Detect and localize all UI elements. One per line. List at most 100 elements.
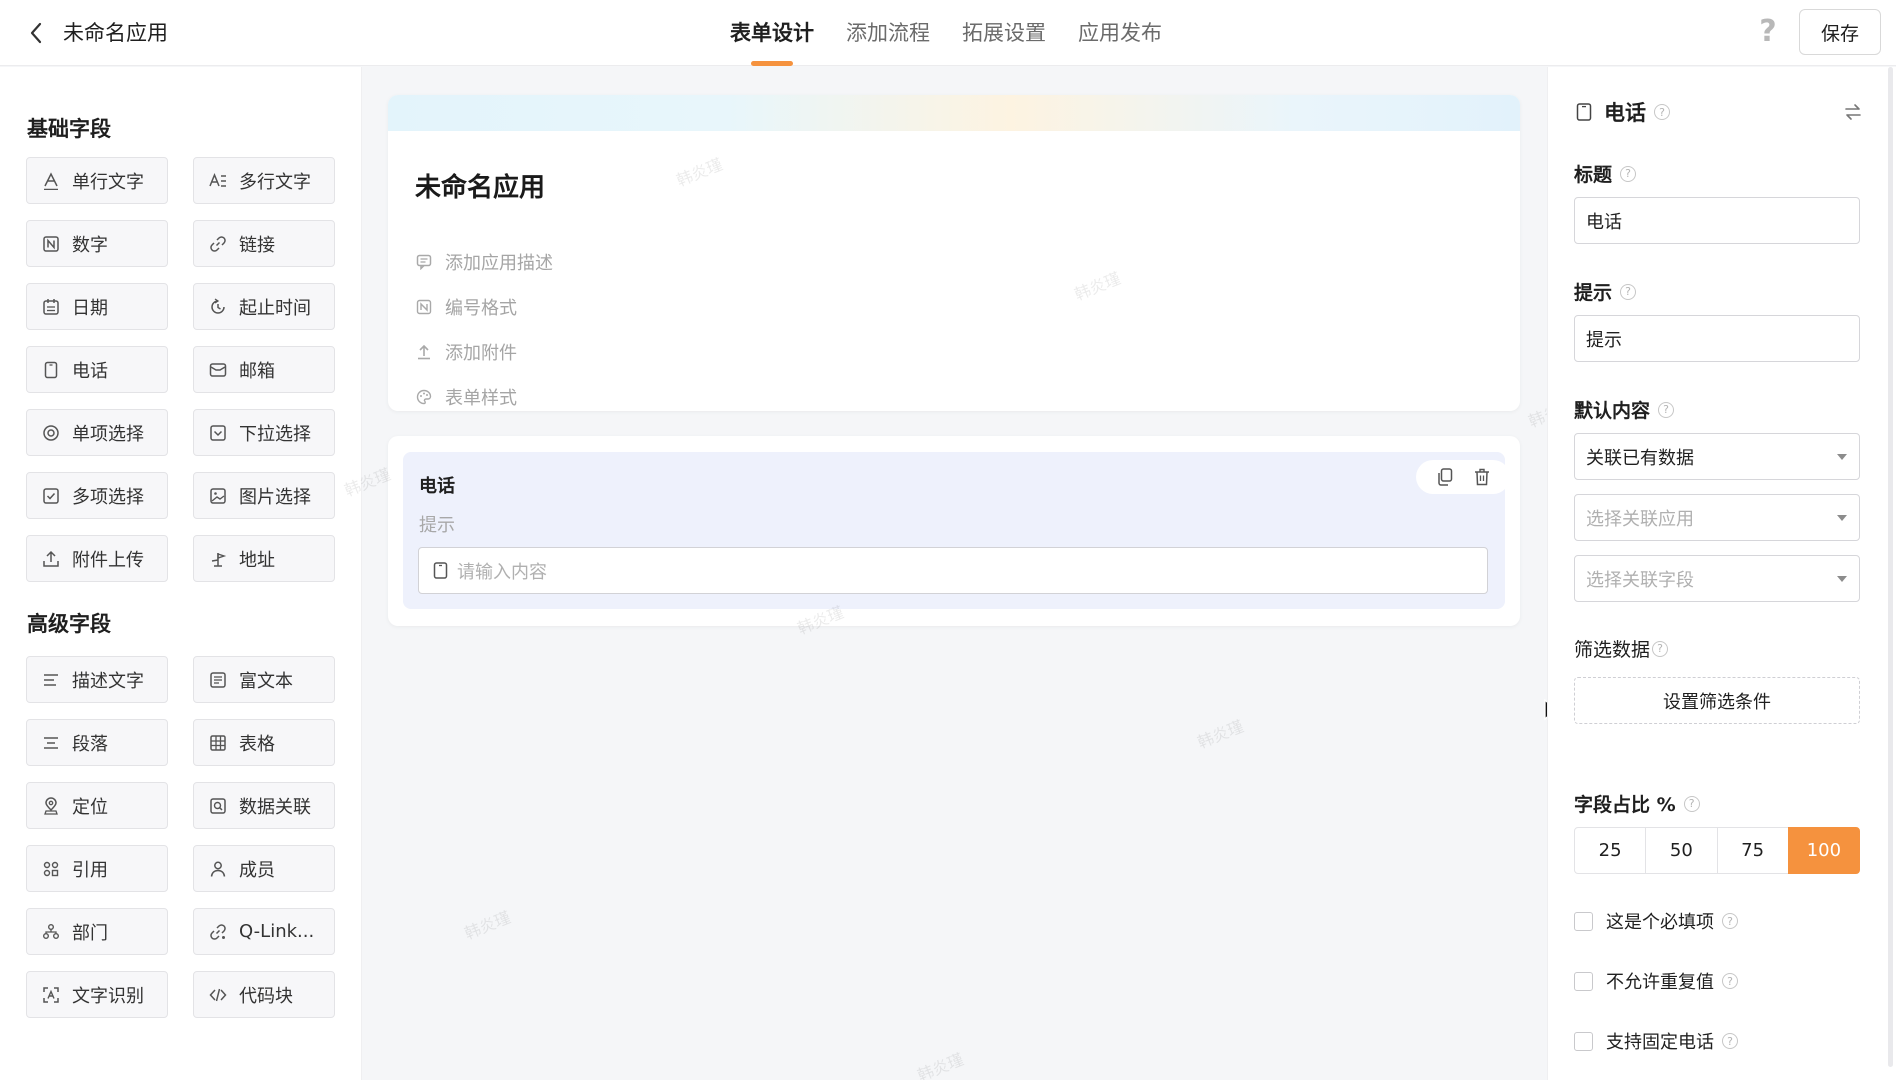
tab-app-publish[interactable]: 应用发布 [1078,0,1162,66]
palette-field-location[interactable]: 定位 [26,782,168,829]
hint-field[interactable]: 提示 [1574,315,1860,362]
palette-field-image[interactable]: 图片选择 [193,472,335,519]
delete-icon[interactable] [1471,466,1493,488]
link-icon [208,234,228,254]
ratio-50-button[interactable]: 50 [1645,827,1718,874]
phone-input-preview[interactable]: 请输入内容 [418,547,1488,594]
help-circle-icon[interactable]: ? [1620,283,1637,300]
palette-field-calendar[interactable]: 日期 [26,283,168,330]
palette-field-checkbox[interactable]: 多项选择 [26,472,168,519]
checkbox-label: 不允许重复值 [1606,972,1714,993]
form-field-card: 电话 提示 请输入内容 [388,436,1520,626]
palette-field-description[interactable]: 描述文字 [26,656,168,703]
meta-label: 添加附件 [445,343,517,364]
palette-field-label: 电话 [72,360,108,382]
title-field[interactable]: 电话 [1574,197,1860,244]
palette-field-label: 起止时间 [239,297,311,319]
palette-field-upload[interactable]: 附件上传 [26,535,168,582]
tab-form-design[interactable]: 表单设计 [730,0,814,66]
palette-field-data-link[interactable]: 数据关联 [193,782,335,829]
panel-scrollbar[interactable] [1888,67,1893,1067]
number-icon [41,234,61,254]
save-button[interactable]: 保存 [1799,9,1881,55]
palette-field-label: 日期 [72,297,108,319]
checkbox[interactable] [1574,1031,1593,1051]
no-duplicate-checkbox[interactable]: 不允许重复值 ? [1574,968,1738,994]
phone-icon [41,360,61,380]
set-filter-button[interactable]: 设置筛选条件 [1574,677,1860,724]
required-checkbox[interactable]: 这是个必填项 ? [1574,908,1738,934]
palette-field-department[interactable]: 部门 [26,908,168,955]
checkbox-icon [41,486,61,506]
help-circle-icon[interactable]: ? [1654,104,1670,120]
linked-app-select[interactable]: 选择关联应用 [1574,494,1860,541]
palette-field-multi-line-text[interactable]: 多行文字 [193,157,335,204]
back-button[interactable] [22,18,50,48]
palette-field-table[interactable]: 表格 [193,719,335,766]
palette-field-address[interactable]: 地址 [193,535,335,582]
palette-field-mail[interactable]: 邮箱 [193,346,335,393]
swap-icon[interactable] [1841,100,1865,124]
copy-icon[interactable] [1434,466,1456,488]
palette-field-rich-text[interactable]: 富文本 [193,656,335,703]
palette-field-link[interactable]: 链接 [193,220,335,267]
tab-extension-settings[interactable]: 拓展设置 [962,0,1046,66]
code-icon [208,985,228,1005]
checkbox[interactable] [1574,971,1593,991]
selected-field-phone[interactable]: 电话 提示 请输入内容 [403,452,1510,609]
linked-field-select[interactable]: 选择关联字段 [1574,555,1860,602]
palette-field-code[interactable]: 代码块 [193,971,335,1018]
palette-field-member[interactable]: 成员 [193,845,335,892]
palette-field-phone[interactable]: 电话 [26,346,168,393]
help-circle-icon[interactable]: ? [1652,640,1669,657]
palette-field-qlink[interactable]: Q-Link... [193,908,335,955]
help-circle-icon[interactable]: ? [1683,795,1700,812]
qlink-icon [208,922,228,942]
tab-add-process[interactable]: 添加流程 [846,0,930,66]
help-circle-icon[interactable]: ? [1620,165,1637,182]
palette-field-radio[interactable]: 单项选择 [26,409,168,456]
form-title[interactable]: 未命名应用 [415,167,545,204]
description-icon [41,670,61,690]
palette-field-ocr[interactable]: 文字识别 [26,971,168,1018]
reference-icon [41,859,61,879]
palette-field-label: 单项选择 [72,423,144,445]
hint-label-text: 提示 [1574,282,1613,304]
ratio-100-button[interactable]: 100 [1787,827,1860,874]
checkbox-label: 这是个必填项 [1606,912,1714,933]
palette-field-time-range[interactable]: 起止时间 [193,283,335,330]
address-icon [208,549,228,569]
help-circle-icon[interactable]: ? [1658,401,1675,418]
palette-field-label: 图片选择 [239,486,311,508]
form-style-link[interactable]: 表单样式 [415,384,517,410]
help-circle-icon[interactable]: ? [1722,973,1738,989]
add-attachment-link[interactable]: 添加附件 [415,339,517,365]
help-circle-icon[interactable]: ? [1722,1033,1738,1049]
palette-field-paragraph[interactable]: 段落 [26,719,168,766]
palette-field-label: 代码块 [239,985,293,1007]
help-circle-icon[interactable]: ? [1722,913,1738,929]
checkbox-label: 支持固定电话 [1606,1032,1714,1053]
rich-text-icon [208,670,228,690]
ratio-75-button[interactable]: 75 [1716,827,1789,874]
form-header-card: 未命名应用 添加应用描述 编号格式 添加附件 表单样式 [388,95,1520,411]
palette-field-single-line-text[interactable]: 单行文字 [26,157,168,204]
field-properties-panel: 电话 ? 标题 ? 电话 提示 ? 提示 默认内容 ? 关联已有数据 选择关联应… [1547,67,1896,1080]
default-content-select[interactable]: 关联已有数据 [1574,433,1860,480]
ratio-25-button[interactable]: 25 [1574,827,1647,874]
palette-icon [415,388,433,406]
palette-field-number[interactable]: 数字 [26,220,168,267]
panel-field-type: 电话 [1604,101,1646,125]
checkbox[interactable] [1574,911,1593,931]
palette-field-label: 下拉选择 [239,423,311,445]
palette-field-dropdown[interactable]: 下拉选择 [193,409,335,456]
title-label: 标题 ? [1574,160,1637,187]
ratio-button-group: 25 50 75 100 [1574,827,1860,874]
palette-field-reference[interactable]: 引用 [26,845,168,892]
landline-checkbox[interactable]: 支持固定电话 ? [1574,1028,1738,1054]
help-icon[interactable]: ? [1752,14,1784,50]
palette-field-label: 数字 [72,234,108,256]
add-description-link[interactable]: 添加应用描述 [415,249,553,275]
palette-field-label: 表格 [239,733,275,755]
number-format-link[interactable]: 编号格式 [415,294,517,320]
